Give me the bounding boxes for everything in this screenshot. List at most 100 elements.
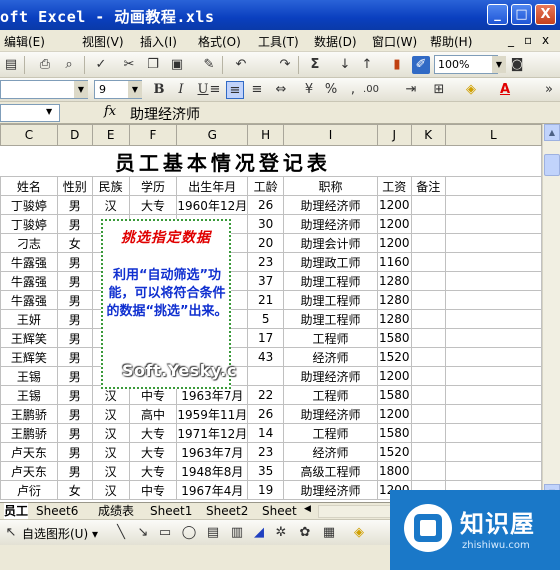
cell[interactable]: 14 [247, 423, 285, 443]
borders-icon[interactable]: ⊞ [430, 81, 448, 99]
cell[interactable]: 牛露强 [0, 252, 58, 272]
chevron-down-icon[interactable]: ▼ [128, 81, 142, 98]
column-header[interactable]: D [56, 124, 93, 146]
cell[interactable]: 工程师 [283, 423, 378, 443]
cell[interactable]: 助理经济师 [283, 480, 378, 500]
cell[interactable]: 王鹏骄 [0, 404, 58, 424]
cell[interactable] [247, 366, 285, 386]
cell[interactable]: 19 [247, 480, 285, 500]
cell[interactable]: 女 [56, 233, 93, 253]
cell[interactable]: 王辉笑 [0, 328, 58, 348]
cell[interactable]: 男 [56, 404, 93, 424]
arrow-icon[interactable]: ↘ [134, 524, 152, 542]
print-preview-icon[interactable]: ⌕ [60, 56, 78, 74]
align-right-icon[interactable]: ≡ [248, 81, 266, 99]
column-header[interactable]: H [247, 124, 285, 146]
menu-format[interactable]: 格式(O) [198, 33, 241, 50]
header-cell[interactable]: 民族 [91, 176, 130, 196]
zoom-select[interactable]: 100% [434, 55, 498, 74]
cell[interactable]: 1520 [376, 442, 412, 462]
cell[interactable]: 大专 [128, 461, 178, 481]
cell[interactable] [410, 423, 446, 443]
cell[interactable]: 汉 [91, 480, 130, 500]
toolbar-options-icon[interactable]: » [540, 81, 558, 99]
cell[interactable]: 工程师 [283, 328, 378, 348]
menu-window[interactable]: 窗口(W) [372, 33, 417, 50]
cell[interactable] [410, 461, 446, 481]
spelling-icon[interactable]: ✓ [92, 56, 110, 74]
cell[interactable] [444, 290, 542, 310]
line-icon[interactable]: ╲ [112, 524, 130, 542]
cell[interactable] [444, 423, 542, 443]
paste-icon[interactable]: ▣ [168, 56, 186, 74]
select-pointer-icon[interactable]: ↖ [2, 524, 20, 542]
cell[interactable]: 23 [247, 442, 285, 462]
cell[interactable]: 37 [247, 271, 285, 291]
cell[interactable]: 大专 [128, 442, 178, 462]
cell[interactable]: 助理经济师 [283, 195, 378, 215]
scroll-thumb[interactable] [544, 154, 560, 176]
cell[interactable]: 丁骏婷 [0, 195, 58, 215]
cell[interactable] [410, 271, 446, 291]
chevron-down-icon[interactable]: ▼ [492, 56, 506, 73]
cell[interactable]: 工程师 [283, 385, 378, 405]
menu-edit[interactable]: 编辑(E) [4, 33, 45, 50]
cell[interactable]: 男 [56, 252, 93, 272]
cell[interactable] [444, 366, 542, 386]
increase-decimal-button[interactable]: .00 [362, 81, 380, 99]
textbox-vertical-icon[interactable]: ▥ [228, 524, 246, 542]
cell[interactable] [410, 366, 446, 386]
cell[interactable]: 1959年11月 [176, 404, 249, 424]
sheet-title-cell[interactable]: 员工基本情况登记表 [0, 145, 446, 177]
column-header[interactable]: J [376, 124, 412, 146]
cell[interactable]: 男 [56, 347, 93, 367]
vertical-scrollbar[interactable]: ▲ ▼ [542, 124, 560, 502]
cell[interactable] [444, 404, 542, 424]
cell[interactable]: 1580 [376, 328, 412, 348]
cell[interactable] [410, 214, 446, 234]
formula-input[interactable]: 助理经济师 [130, 104, 200, 124]
cell[interactable]: 王锡 [0, 385, 58, 405]
rectangle-icon[interactable]: ▭ [156, 524, 174, 542]
menu-help[interactable]: 帮助(H) [430, 33, 472, 50]
cell[interactable]: 30 [247, 214, 285, 234]
column-header[interactable]: G [176, 124, 249, 146]
sheet-tab[interactable]: Sheet2 [206, 503, 248, 520]
doc-close-button[interactable]: x [542, 33, 549, 47]
cell[interactable]: 汉 [91, 461, 130, 481]
chart-wizard-icon[interactable]: ▮ [388, 56, 406, 74]
cell[interactable]: 1280 [376, 271, 412, 291]
header-cell[interactable]: 性别 [56, 176, 93, 196]
autosum-icon[interactable]: Σ [306, 56, 324, 74]
chevron-down-icon[interactable]: ▼ [74, 81, 88, 98]
percent-button[interactable]: % [322, 81, 340, 99]
currency-icon[interactable]: ¥ [300, 81, 318, 99]
cell[interactable] [410, 328, 446, 348]
cell[interactable]: 男 [56, 442, 93, 462]
minimize-button[interactable]: _ [487, 4, 508, 25]
bold-button[interactable]: B [150, 81, 168, 99]
sheet-tab[interactable]: Sheet1 [150, 503, 192, 520]
cell[interactable]: 汉 [91, 423, 130, 443]
fill-color-icon[interactable]: ◈ [462, 81, 480, 99]
cell[interactable]: 助理经济师 [283, 404, 378, 424]
picture-icon[interactable]: ▦ [320, 524, 338, 542]
cell[interactable]: 助理经济师 [283, 366, 378, 386]
column-header[interactable]: C [0, 124, 58, 146]
worksheet-grid[interactable]: C D E F G H I J K L 员工基本情况登记表 姓名 性别 民族 学… [0, 124, 542, 502]
cell[interactable]: 1280 [376, 290, 412, 310]
column-header[interactable]: I [283, 124, 378, 146]
cell[interactable]: 1967年4月 [176, 480, 249, 500]
cell[interactable] [444, 176, 542, 196]
redo-icon[interactable]: ↷ [276, 56, 294, 74]
cell[interactable] [444, 145, 542, 177]
cell[interactable]: 男 [56, 461, 93, 481]
cell[interactable]: 男 [56, 328, 93, 348]
cell[interactable]: 23 [247, 252, 285, 272]
cell[interactable]: 助理会计师 [283, 233, 378, 253]
comma-button[interactable]: , [344, 81, 362, 99]
cell[interactable] [444, 309, 542, 329]
cell[interactable]: 助理工程师 [283, 290, 378, 310]
menu-view[interactable]: 视图(V) [82, 33, 124, 50]
cell[interactable]: 王辉笑 [0, 347, 58, 367]
